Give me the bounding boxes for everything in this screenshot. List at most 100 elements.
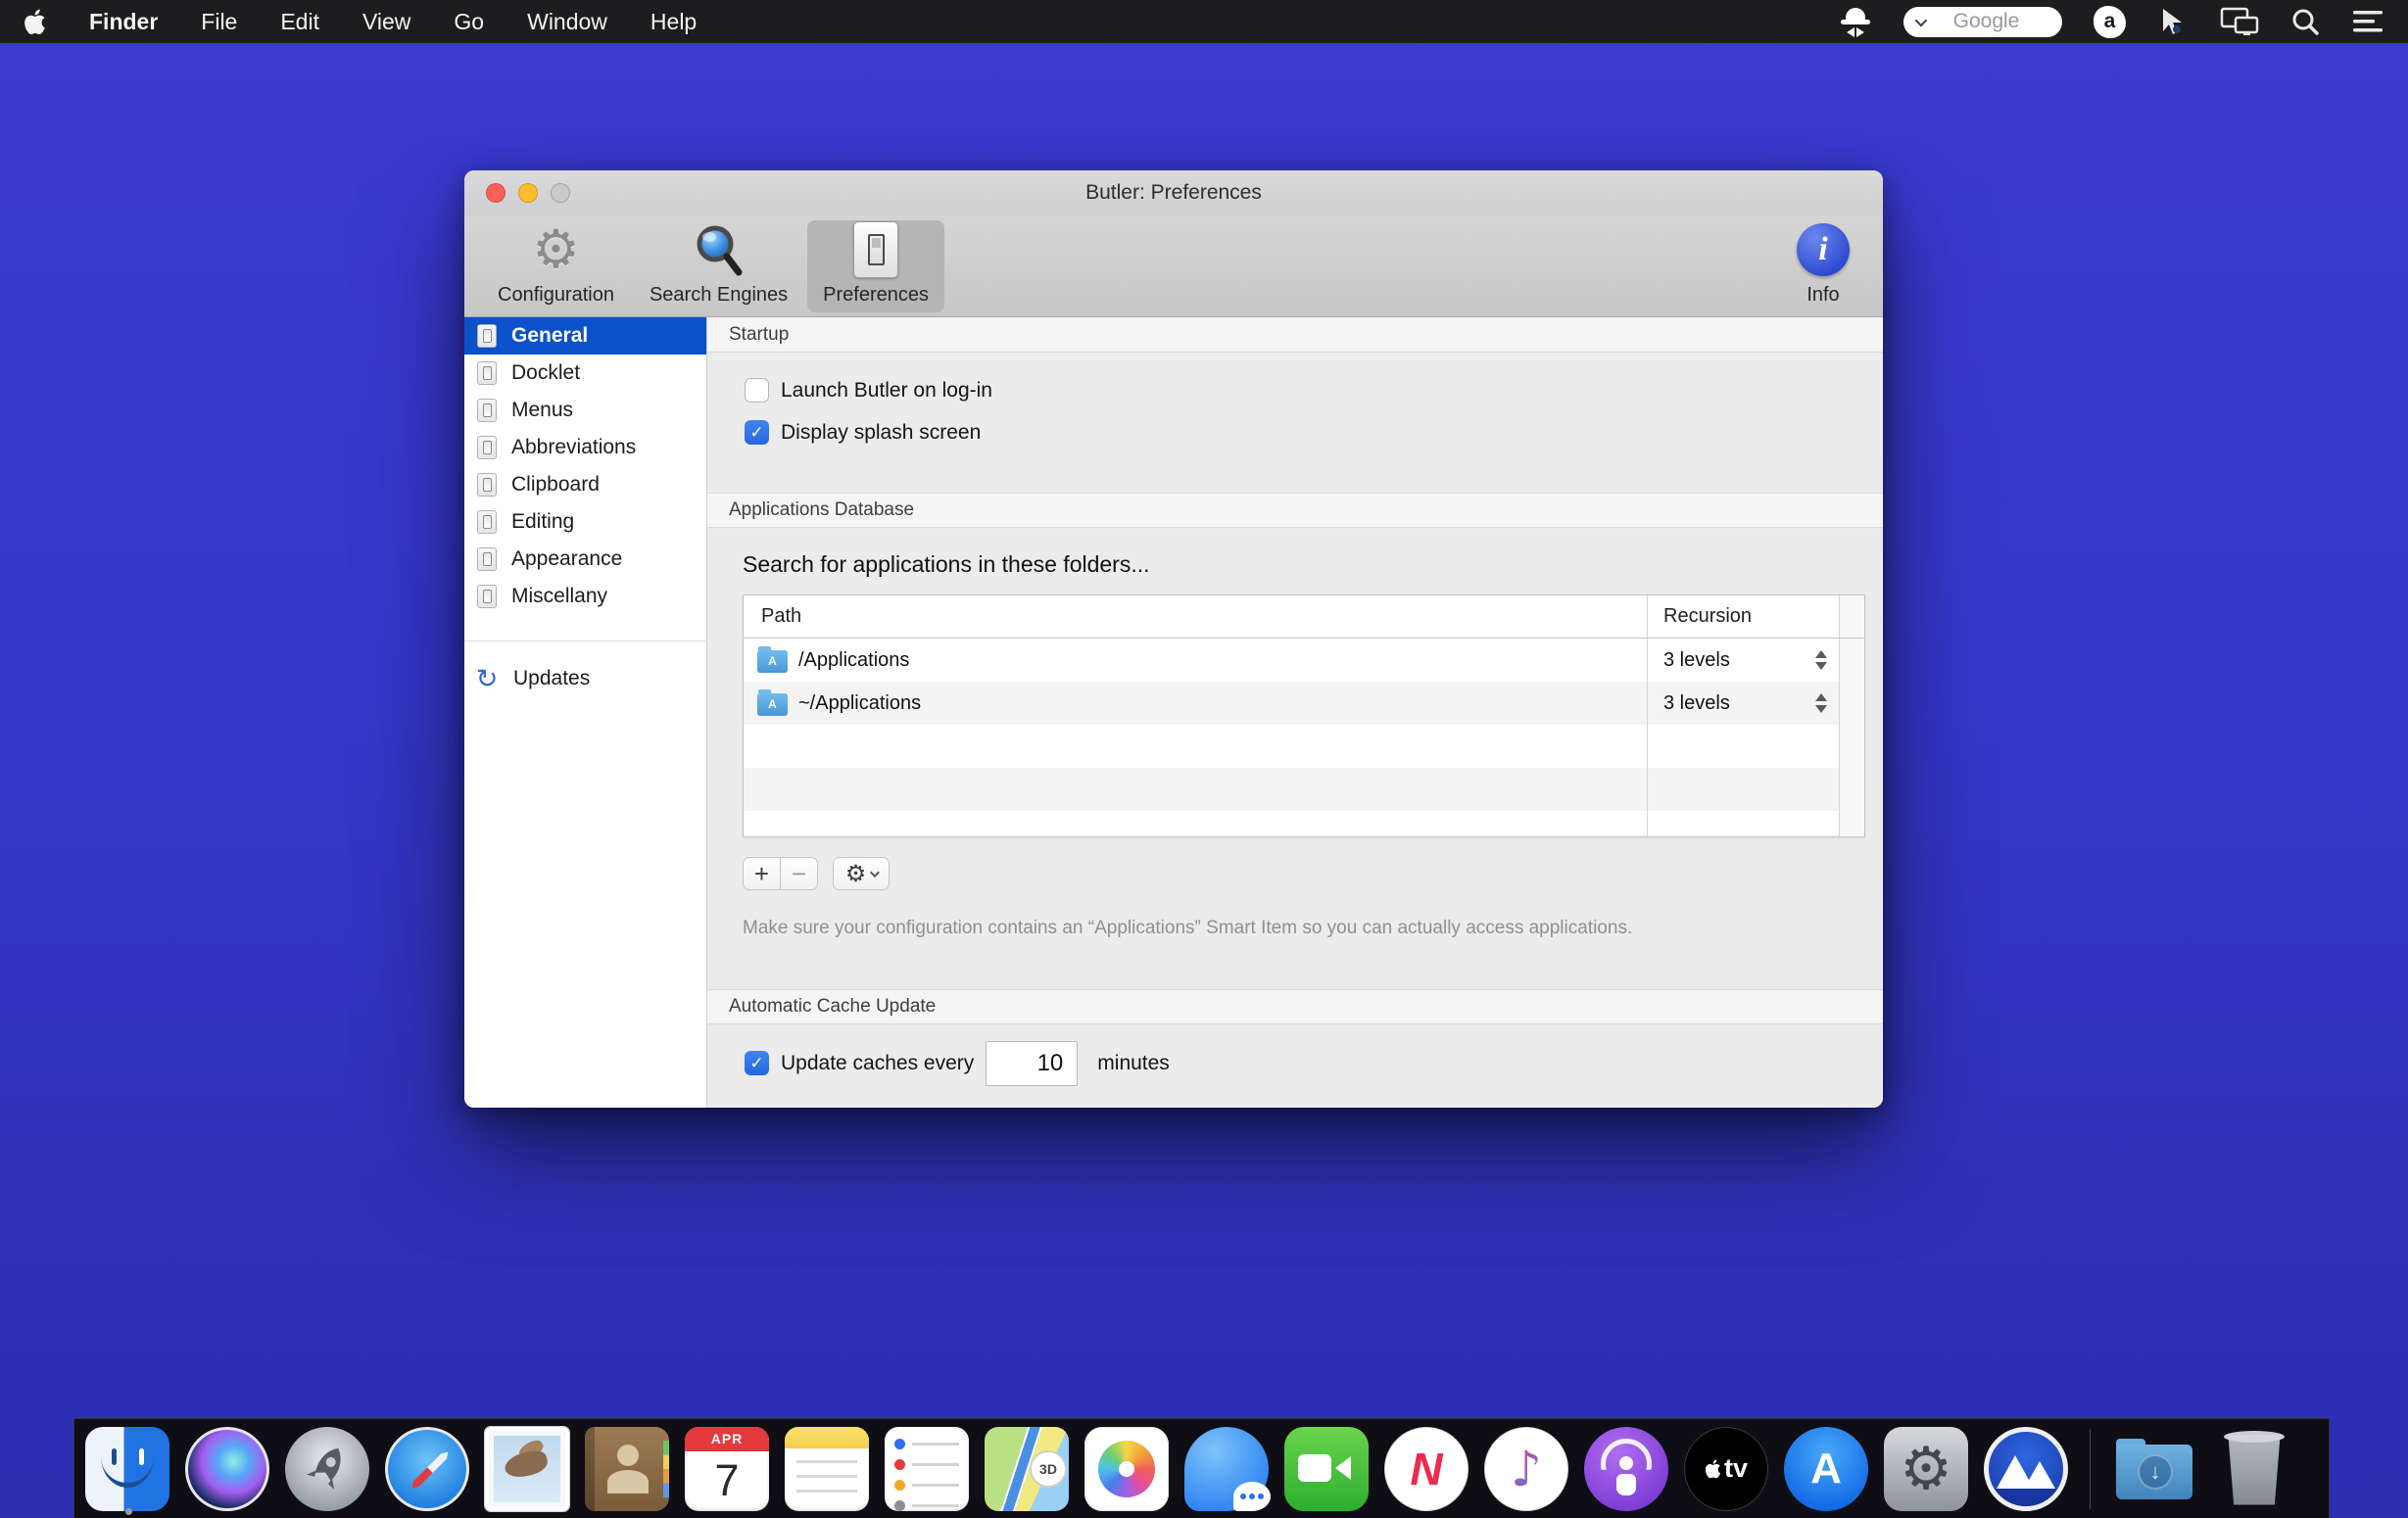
table-header: Path Recursion (744, 595, 1864, 639)
sidebar-item-appearance[interactable]: Appearance (464, 541, 706, 578)
applications-folder-icon: A (757, 688, 788, 716)
menu-app-name[interactable]: Finder (89, 9, 158, 35)
menu-bar: Finder File Edit View Go Window Help Goo… (0, 0, 2408, 43)
dock-music-icon[interactable]: ♪ (1484, 1426, 1568, 1511)
switch-icon (477, 473, 497, 497)
finder-running-indicator (125, 1508, 132, 1515)
sidebar-item-editing[interactable]: Editing (464, 503, 706, 541)
applications-folder-icon: A (757, 645, 788, 673)
dock-mountain-app-icon[interactable] (1984, 1426, 2068, 1511)
switch-icon (477, 585, 497, 608)
butler-preferences-window: Butler: Preferences ⚙ Configuration Sear… (464, 170, 1883, 1108)
zoom-button[interactable] (551, 183, 570, 203)
dock-launchpad-icon[interactable] (285, 1426, 369, 1511)
dock-maps-icon[interactable]: 3D (985, 1426, 1069, 1511)
dock-facetime-icon[interactable] (1284, 1426, 1369, 1511)
dock-siri-icon[interactable] (185, 1426, 269, 1511)
dock-reminders-icon[interactable] (885, 1426, 969, 1511)
table-row-empty[interactable] (744, 725, 1864, 768)
sidebar-item-miscellany[interactable]: Miscellany (464, 578, 706, 615)
dock-contacts-icon[interactable] (585, 1426, 669, 1511)
table-row[interactable]: A ~/Applications 3 levels (744, 682, 1864, 725)
menu-go[interactable]: Go (454, 9, 484, 35)
apple-menu-icon[interactable] (24, 9, 46, 35)
sidebar-item-clipboard[interactable]: Clipboard (464, 466, 706, 503)
actions-gear-button[interactable]: ⚙ (833, 857, 890, 890)
section-header-cache-update: Automatic Cache Update (707, 989, 1883, 1024)
dock: APR 7 3D N ♪ tv A ⚙ ↓ (73, 1418, 2330, 1518)
sidebar-divider (464, 640, 706, 641)
dock-news-icon[interactable]: N (1384, 1426, 1469, 1511)
menu-file[interactable]: File (201, 9, 237, 35)
toolbar-info-button[interactable]: i Info (1781, 220, 1865, 312)
menu-view[interactable]: View (362, 9, 410, 35)
menu-list-icon[interactable] (2351, 8, 2384, 35)
section-header-applications-database: Applications Database (707, 493, 1883, 528)
search-globe-icon (691, 220, 747, 280)
dock-trash-icon[interactable] (2212, 1427, 2296, 1511)
recursion-stepper[interactable] (1815, 650, 1827, 670)
table-row-empty[interactable] (744, 768, 1864, 811)
minutes-input[interactable] (986, 1040, 1079, 1086)
switch-icon (477, 436, 497, 459)
dock-podcasts-icon[interactable] (1584, 1426, 1668, 1511)
dock-messages-icon[interactable] (1184, 1426, 1271, 1511)
checkbox-launch-on-login[interactable]: Launch Butler on log-in (745, 378, 1883, 403)
toolbar-preferences-button[interactable]: Preferences (807, 219, 945, 312)
display-mirroring-icon[interactable] (2220, 6, 2259, 37)
preferences-sidebar: General Docklet Menus Abbreviations Clip… (464, 317, 707, 1108)
avast-icon[interactable]: a (2094, 5, 2126, 38)
toolbar: ⚙ Configuration Search Engines Preferenc… (464, 215, 1883, 317)
window-title: Butler: Preferences (1085, 181, 1262, 204)
checkbox-display-splash[interactable]: ✓ Display splash screen (745, 420, 1883, 445)
menu-edit[interactable]: Edit (280, 9, 319, 35)
sidebar-item-menus[interactable]: Menus (464, 392, 706, 429)
checkbox-update-caches[interactable]: ✓ (745, 1051, 769, 1075)
sidebar-item-docklet[interactable]: Docklet (464, 355, 706, 392)
dock-photos-icon[interactable] (1084, 1426, 1169, 1511)
search-placeholder: Google (1952, 10, 2020, 32)
chevron-down-icon (870, 867, 881, 878)
spotlight-icon[interactable] (2290, 7, 2320, 36)
column-header-recursion[interactable]: Recursion (1647, 595, 1839, 638)
table-row-empty[interactable] (744, 811, 1864, 836)
table-scrollbar-track[interactable] (1839, 682, 1864, 725)
dock-apple-tv-icon[interactable]: tv (1684, 1426, 1768, 1511)
minimize-button[interactable] (518, 183, 538, 203)
menu-window[interactable]: Window (527, 9, 607, 35)
close-button[interactable] (486, 183, 506, 203)
sidebar-item-general[interactable]: General (464, 317, 706, 355)
search-folders-prompt: Search for applications in these folders… (743, 551, 1150, 577)
table-scrollbar-track[interactable] (1839, 639, 1864, 682)
title-bar[interactable]: Butler: Preferences (464, 170, 1883, 215)
dock-downloads-folder-icon[interactable]: ↓ (2112, 1427, 2196, 1511)
dock-mail-icon[interactable] (484, 1425, 570, 1512)
gear-icon: ⚙ (844, 860, 867, 887)
dock-safari-icon[interactable] (385, 1426, 469, 1511)
menubar-search-field[interactable]: Google (1903, 6, 2062, 37)
sidebar-item-abbreviations[interactable]: Abbreviations (464, 429, 706, 466)
toolbar-configuration-button[interactable]: ⚙ Configuration (482, 220, 630, 312)
column-header-path[interactable]: Path (744, 595, 1647, 638)
chevron-down-icon (1914, 14, 1928, 26)
refresh-icon: ↻ (475, 663, 499, 694)
info-icon: i (1797, 223, 1850, 276)
menu-help[interactable]: Help (650, 9, 697, 35)
checkbox-checked[interactable]: ✓ (745, 420, 769, 445)
table-row[interactable]: A /Applications 3 levels (744, 639, 1864, 682)
checkbox-unchecked[interactable] (745, 378, 769, 403)
switch-icon (477, 324, 497, 348)
dock-notes-icon[interactable] (785, 1426, 869, 1511)
cursor-arrow-icon[interactable] (2157, 6, 2189, 37)
toolbar-search-engines-button[interactable]: Search Engines (634, 220, 803, 312)
add-folder-button[interactable]: + (743, 857, 781, 890)
dock-calendar-icon[interactable]: APR 7 (685, 1426, 769, 1511)
butler-hat-icon[interactable] (1839, 5, 1872, 38)
sidebar-item-updates[interactable]: ↻ Updates (464, 657, 706, 700)
dock-app-store-icon[interactable]: A (1784, 1426, 1868, 1511)
folders-table: Path Recursion A /Applications 3 levels (743, 594, 1865, 837)
dock-finder-icon[interactable] (85, 1426, 169, 1511)
remove-folder-button[interactable]: − (780, 857, 818, 890)
dock-system-preferences-icon[interactable]: ⚙ (1884, 1426, 1968, 1511)
recursion-stepper[interactable] (1815, 693, 1827, 713)
